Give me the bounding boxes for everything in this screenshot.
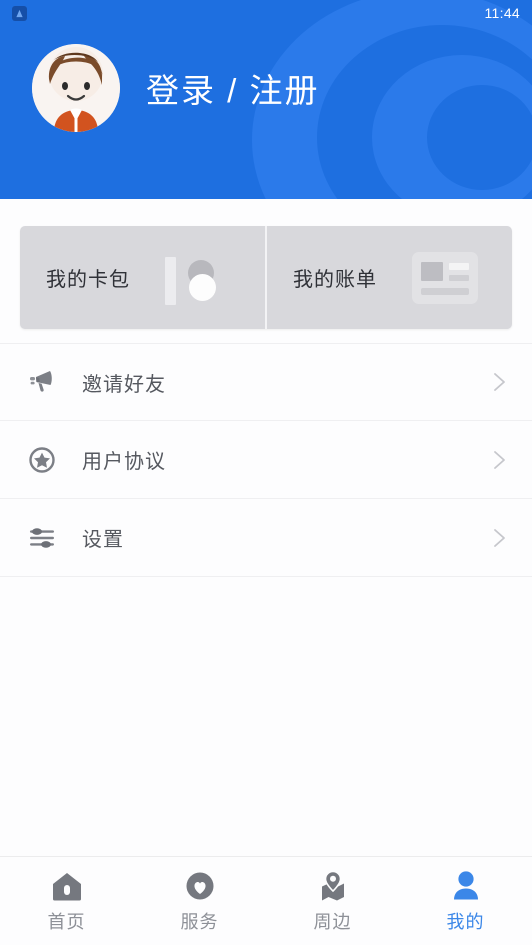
menu-item-label: 邀请好友 [82, 373, 166, 396]
quick-cards-panel: 我的卡包 我的账单 [20, 226, 512, 329]
menu-item-settings[interactable]: 设置 [0, 499, 532, 577]
quick-card-wallet[interactable]: 我的卡包 [20, 226, 265, 329]
app-screen: 11:44 登录 / 注册 我的卡包 我的账单 邀请好友 用户协议 设置 首页 … [0, 0, 532, 945]
tab-nearby-label: 周边 [313, 912, 352, 932]
menu-item-label: 用户协议 [82, 451, 166, 473]
home-icon [50, 868, 84, 902]
tab-service-label: 服务 [180, 912, 219, 932]
user-avatar[interactable] [32, 44, 120, 132]
chevron-right-icon [494, 373, 505, 391]
status-bar: 11:44 [0, 0, 532, 26]
login-register-label[interactable]: 登录 / 注册 [146, 64, 320, 112]
profile-login-area[interactable]: 登录 / 注册 [0, 26, 532, 132]
bottom-navigation: 首页 服务 周边 我的 [0, 856, 532, 945]
tab-mine[interactable]: 我的 [399, 868, 532, 934]
tab-nearby[interactable]: 周边 [266, 868, 399, 934]
tab-home[interactable]: 首页 [0, 868, 133, 934]
profile-header: 11:44 登录 / 注册 [0, 0, 532, 199]
megaphone-icon [22, 368, 62, 396]
heart-circle-icon [183, 868, 217, 902]
quick-card-bill-label: 我的账单 [293, 269, 377, 291]
chevron-right-icon [494, 450, 505, 469]
star-circle-icon [22, 446, 62, 474]
tab-home-label: 首页 [47, 912, 86, 932]
menu-item-user-agreement[interactable]: 用户协议 [0, 421, 532, 499]
sliders-icon [22, 525, 62, 551]
quick-card-wallet-label: 我的卡包 [46, 269, 130, 291]
status-bar-clock: 11:44 [484, 5, 520, 21]
chevron-right-icon [494, 528, 505, 547]
menu-item-invite-friends[interactable]: 邀请好友 [0, 343, 532, 421]
tab-mine-label: 我的 [446, 912, 485, 932]
wallet-card-icon [157, 249, 231, 307]
app-notification-icon [12, 5, 27, 21]
person-icon [449, 868, 483, 902]
settings-menu-list: 邀请好友 用户协议 设置 [0, 343, 532, 577]
tab-service[interactable]: 服务 [133, 868, 266, 934]
menu-item-label: 设置 [82, 529, 124, 551]
map-pin-icon [316, 868, 350, 902]
bill-document-icon [412, 251, 478, 304]
quick-card-bill[interactable]: 我的账单 [265, 226, 512, 329]
